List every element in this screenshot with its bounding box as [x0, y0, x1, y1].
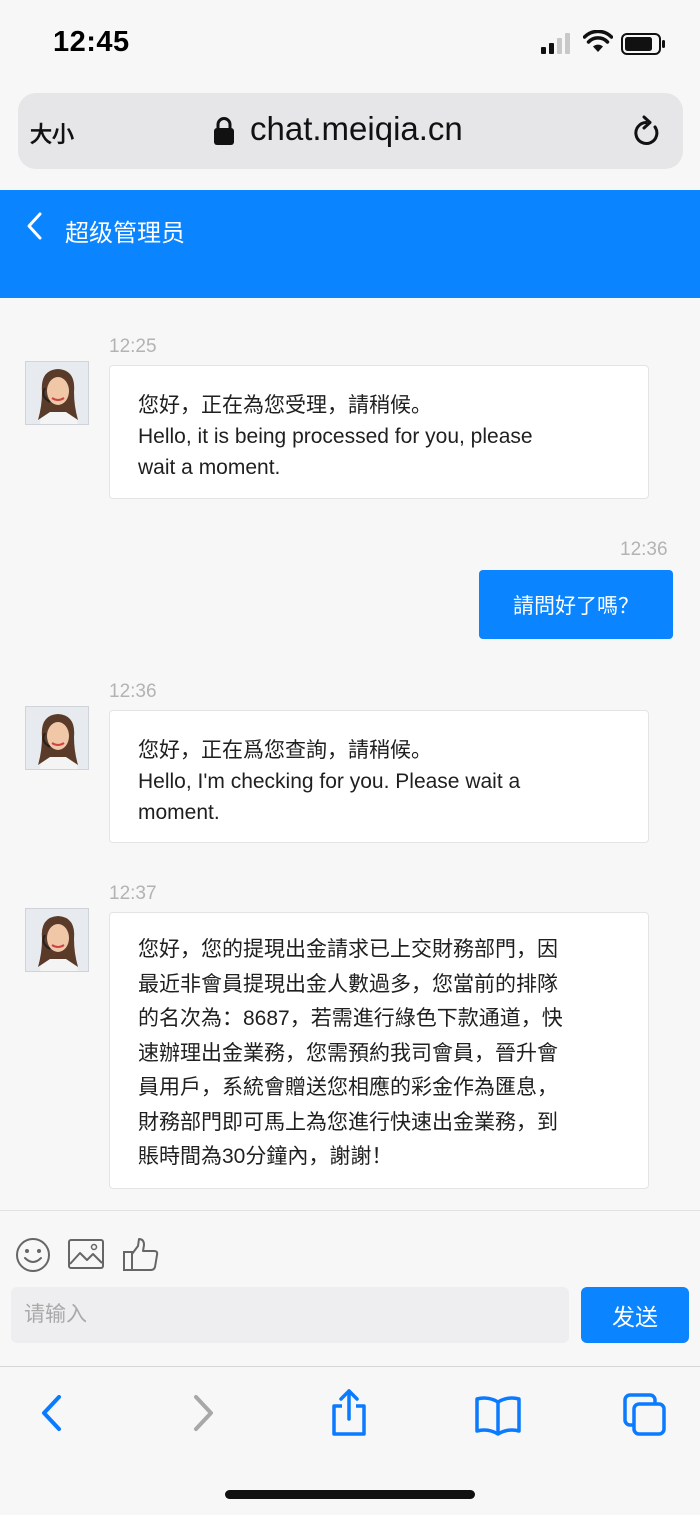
status-time: 12:45	[53, 26, 130, 58]
message-line: 員用戶，系統會贈送您相應的彩金作為匯息，	[138, 1076, 558, 1099]
home-indicator	[225, 1490, 475, 1499]
book-icon[interactable]	[474, 1394, 522, 1436]
image-icon[interactable]	[67, 1237, 105, 1271]
message-input[interactable]	[11, 1287, 569, 1343]
message-timestamp: 12:25	[109, 336, 157, 357]
message-line: 您好，正在為您受理，請稍候。	[138, 394, 432, 417]
message-line: 速辦理出金業務，您需預約我司會員，晉升會	[138, 1041, 558, 1065]
message-line: 的名次為：8687，若需進行綠色下款通道，快	[138, 1007, 563, 1030]
user-message-bubble: 請問好了嗎？	[479, 570, 673, 639]
message-line: Hello, it is being processed for you, pl…	[138, 425, 533, 448]
message-line: 賬時間為30分鐘內，謝謝！	[138, 1145, 393, 1168]
message-line: 財務部門即可馬上為您進行快速出金業務，到	[138, 1110, 558, 1134]
tabs-icon[interactable]	[622, 1392, 668, 1438]
chat-title: 超级管理员	[65, 220, 185, 247]
message-line: 您好，您的提現出金請求已上交財務部門，因	[138, 938, 558, 961]
avatar	[25, 908, 89, 972]
avatar	[25, 706, 89, 770]
lock-icon	[214, 117, 234, 145]
thumbs-up-icon[interactable]	[122, 1236, 160, 1274]
send-button[interactable]: 发送	[581, 1287, 689, 1343]
message-line: wait a moment.	[138, 456, 281, 479]
wifi-icon	[583, 30, 613, 52]
chevron-left-icon[interactable]	[24, 210, 46, 242]
avatar	[25, 361, 89, 425]
text-size-button[interactable]: 大小	[30, 117, 74, 149]
url-text[interactable]: chat.meiqia.cn	[250, 110, 463, 148]
chevron-left-icon[interactable]	[37, 1393, 67, 1433]
message-line: Hello, I'm checking for you. Please wait…	[138, 770, 521, 793]
message-timestamp: 12:36	[620, 539, 668, 560]
message-line: 您好，正在爲您查詢，請稍候。	[138, 739, 432, 762]
chevron-right-icon[interactable]	[188, 1393, 218, 1433]
reload-icon[interactable]	[631, 115, 661, 149]
emoji-icon[interactable]	[14, 1236, 52, 1274]
agent-message-bubble: 您好，正在爲您查詢，請稍候。 Hello, I'm checking for y…	[109, 710, 649, 843]
agent-message-bubble: 您好，正在為您受理，請稍候。 Hello, it is being proces…	[109, 365, 649, 499]
message-timestamp: 12:36	[109, 681, 157, 702]
message-line: moment.	[138, 801, 220, 824]
message-timestamp: 12:37	[109, 883, 157, 904]
battery-icon	[621, 33, 665, 55]
signal-icon	[541, 33, 570, 54]
message-line: 最近非會員提現出金人數過多，您當前的排隊	[138, 972, 558, 996]
share-icon[interactable]	[329, 1388, 369, 1438]
agent-message-bubble: 您好，您的提現出金請求已上交財務部門，因 最近非會員提現出金人數過多，您當前的排…	[109, 912, 649, 1189]
